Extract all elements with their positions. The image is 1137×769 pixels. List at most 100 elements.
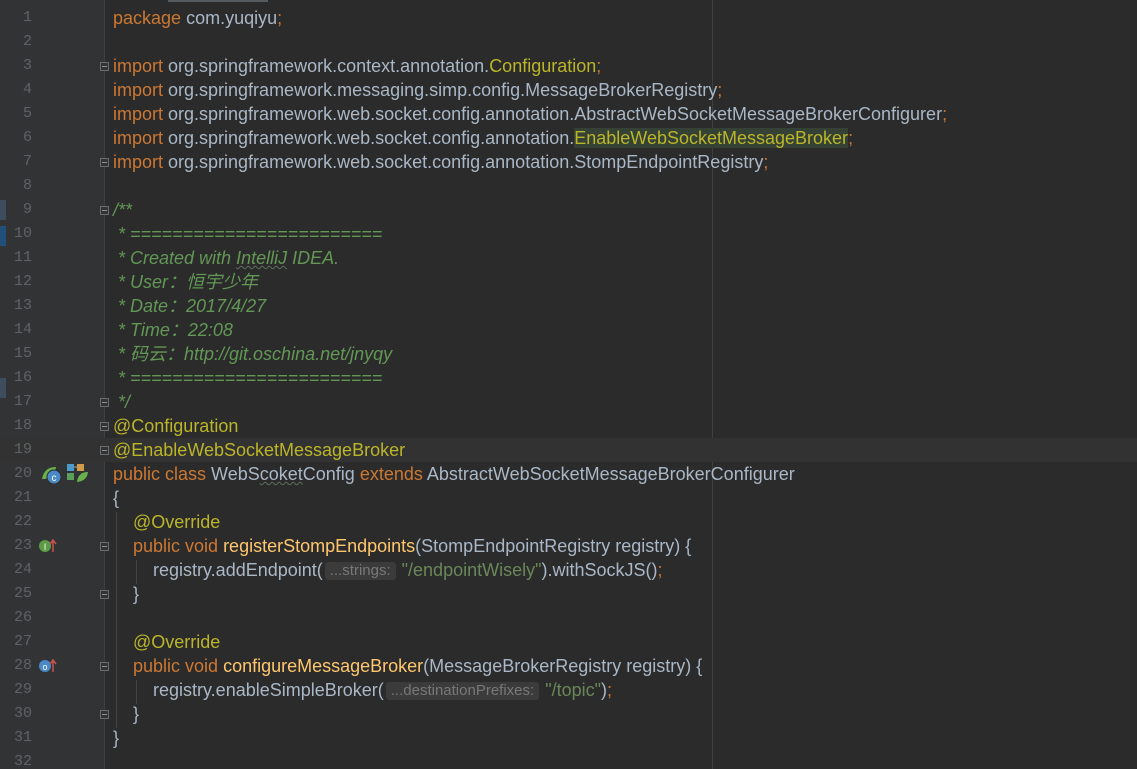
code-text[interactable]: { [113, 486, 119, 510]
code-line[interactable]: 26 [0, 606, 1137, 630]
line-number: 18 [13, 417, 32, 434]
code-line[interactable]: 16 * ======================== [0, 366, 1137, 390]
code-text[interactable]: } [113, 726, 119, 750]
fold-end-icon[interactable] [100, 590, 109, 599]
fold-toggle-icon[interactable] [100, 62, 109, 71]
line-number: 23 [13, 537, 32, 554]
code-line[interactable]: 19 @EnableWebSocketMessageBroker [0, 438, 1137, 462]
svg-text:o: o [42, 662, 47, 672]
fold-toggle-icon[interactable] [100, 422, 109, 431]
code-text[interactable]: import org.springframework.web.socket.co… [113, 102, 947, 126]
code-line[interactable]: 11 * Created with IntelliJ IDEA. [0, 246, 1137, 270]
code-line[interactable]: 8 [0, 174, 1137, 198]
code-token: @Override [113, 512, 221, 532]
fold-toggle-icon[interactable] [100, 662, 109, 671]
code-token: @Configuration [113, 416, 239, 436]
code-text[interactable]: import org.springframework.messaging.sim… [113, 78, 722, 102]
indent-guide [116, 512, 117, 728]
code-token: ).withSockJS() [541, 560, 658, 580]
implement-method-icon[interactable]: I [38, 538, 58, 554]
code-line[interactable]: 28 public void configureMessageBroker(Me… [0, 654, 1137, 678]
code-token: ; [717, 80, 723, 100]
line-number: 15 [13, 345, 32, 362]
code-line[interactable]: 31} [0, 726, 1137, 750]
code-line[interactable]: 15 * 码云：http://git.oschina.net/jnyqy [0, 342, 1137, 366]
code-line[interactable]: 23 public void registerStompEndpoints(St… [0, 534, 1137, 558]
implement-method-icon[interactable]: o [38, 658, 58, 674]
code-line[interactable]: 29 registry.enableSimpleBroker(...destin… [0, 678, 1137, 702]
code-text[interactable]: @Override [113, 510, 220, 534]
code-text[interactable]: * ======================== [113, 222, 382, 246]
code-token: org.springframework.context.annotation. [163, 56, 490, 76]
code-line[interactable]: 22 @Override [0, 510, 1137, 534]
code-text[interactable]: registry.enableSimpleBroker(...destinati… [113, 678, 612, 702]
fold-end-icon[interactable] [100, 398, 109, 407]
code-text[interactable]: * 码云：http://git.oschina.net/jnyqy [113, 342, 392, 366]
code-line[interactable]: 3 import org.springframework.context.anno… [0, 54, 1137, 78]
code-token: * Date：2017/4/27 [113, 296, 267, 316]
code-text[interactable]: @Configuration [113, 414, 238, 438]
code-token: registry.enableSimpleBroker( [113, 680, 384, 700]
code-text[interactable]: * Created with IntelliJ IDEA. [113, 246, 339, 270]
fold-end-icon[interactable] [100, 158, 109, 167]
line-number: 16 [13, 369, 32, 386]
spring-config-icon[interactable] [66, 462, 90, 484]
code-token: (StompEndpointRegistry registry) { [415, 536, 692, 556]
code-token: import [113, 56, 164, 76]
code-text[interactable]: /** [113, 198, 132, 222]
code-line[interactable]: 5 import org.springframework.web.socket.c… [0, 102, 1137, 126]
code-token: org.springframework.web.socket.config.an… [163, 152, 764, 172]
code-text[interactable]: * ======================== [113, 366, 382, 390]
code-token: @Override [113, 632, 221, 652]
code-text[interactable]: */ [113, 390, 130, 414]
code-token: extends [359, 464, 427, 484]
code-text[interactable]: public void configureMessageBroker(Messa… [113, 654, 702, 678]
code-line[interactable]: 7 import org.springframework.web.socket.c… [0, 150, 1137, 174]
fold-end-icon[interactable] [100, 446, 109, 455]
code-line[interactable]: 13 * Date：2017/4/27 [0, 294, 1137, 318]
line-number: 6 [22, 129, 32, 146]
code-line[interactable]: 24 registry.addEndpoint(...strings: "/end… [0, 558, 1137, 582]
code-text[interactable]: * Time：22:08 [113, 318, 233, 342]
fold-toggle-icon[interactable] [100, 206, 109, 215]
code-line[interactable]: 2 [0, 30, 1137, 54]
code-editor[interactable]: 1 package com.yuqiyu; 2 3 import org.springf… [0, 0, 1137, 769]
code-line[interactable]: 6 import org.springframework.web.socket.c… [0, 126, 1137, 150]
code-text[interactable]: package com.yuqiyu; [113, 6, 282, 30]
code-line[interactable]: 12 * User：恒宇少年 [0, 270, 1137, 294]
code-text[interactable]: * User：恒宇少年 [113, 270, 258, 294]
code-text[interactable]: @Override [113, 630, 220, 654]
code-text[interactable]: public class WebScoketConfig extends Abs… [113, 462, 795, 486]
code-line[interactable]: 18 @Configuration [0, 414, 1137, 438]
code-line[interactable]: 14 * Time：22:08 [0, 318, 1137, 342]
code-line[interactable]: 4 import org.springframework.messaging.si… [0, 78, 1137, 102]
fold-end-icon[interactable] [100, 710, 109, 719]
code-token: EnableWebSocketMessageBroker [574, 128, 849, 148]
parameter-hint: ...strings: [324, 562, 396, 580]
code-text[interactable]: import org.springframework.context.annot… [113, 54, 601, 78]
code-line[interactable]: 25 } [0, 582, 1137, 606]
code-line[interactable]: 27 @Override [0, 630, 1137, 654]
spring-bean-class-icon[interactable]: c [40, 464, 64, 484]
code-line[interactable]: 17 */ [0, 390, 1137, 414]
code-line[interactable]: 1 package com.yuqiyu; [0, 6, 1137, 30]
code-text[interactable]: import org.springframework.web.socket.co… [113, 150, 768, 174]
code-text[interactable]: public void registerStompEndpoints(Stomp… [113, 534, 691, 558]
code-line[interactable]: 30 } [0, 702, 1137, 726]
code-token: import [113, 80, 164, 100]
code-text[interactable]: * Date：2017/4/27 [113, 294, 266, 318]
code-text[interactable]: import org.springframework.web.socket.co… [113, 126, 853, 150]
code-line[interactable]: 20 public class WebScoketConfig extends A… [0, 462, 1137, 486]
code-text[interactable]: @EnableWebSocketMessageBroker [113, 438, 405, 462]
code-token: * Time：22:08 [113, 320, 233, 340]
fold-toggle-icon[interactable] [100, 542, 109, 551]
code-token: * ======================== [113, 368, 383, 388]
code-text[interactable]: registry.addEndpoint(...strings: "/endpoi… [113, 558, 663, 582]
code-token: IDEA. [287, 248, 340, 268]
code-line[interactable]: 10 * ======================== [0, 222, 1137, 246]
code-line[interactable]: 32 [0, 750, 1137, 769]
code-token: } [113, 728, 120, 748]
line-number: 22 [13, 513, 32, 530]
code-line[interactable]: 9 /** [0, 198, 1137, 222]
code-line[interactable]: 21 { [0, 486, 1137, 510]
